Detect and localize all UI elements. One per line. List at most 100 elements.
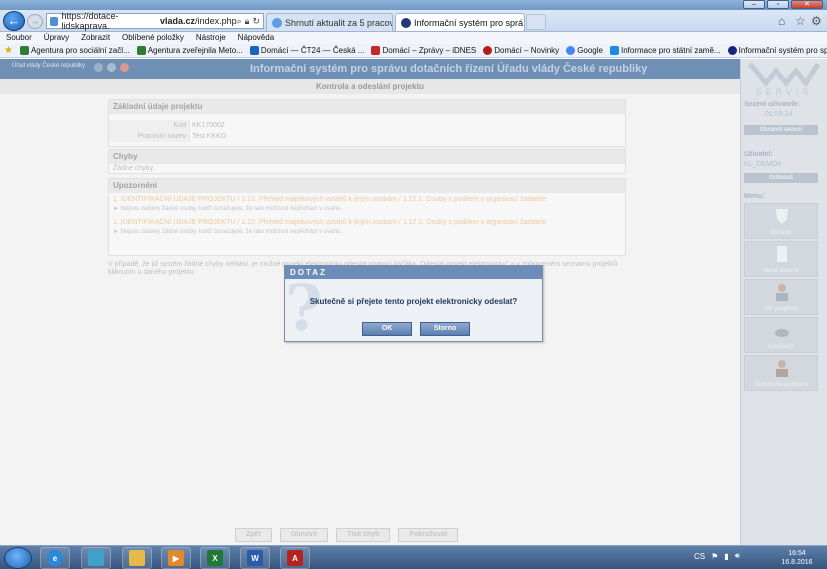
menu-item-label: Dotace	[770, 230, 791, 236]
start-button[interactable]	[4, 547, 32, 569]
back-page-button[interactable]: Zpět	[235, 528, 272, 542]
favorite-link[interactable]: Domácí – Zprávy – iDNES	[371, 46, 476, 55]
close-window-button[interactable]: ✕	[791, 0, 823, 9]
favorite-link[interactable]: Agentura zveřejnila Meto...	[136, 46, 243, 55]
favorite-icon	[609, 46, 619, 55]
menu-item-label: Mé projekty	[764, 306, 798, 312]
refresh-icon[interactable]: ↻	[252, 16, 260, 27]
menu-upravy[interactable]: Úpravy	[44, 32, 69, 44]
menu-item-technicka-podpora[interactable]: Technická podpora	[744, 355, 818, 391]
excel-icon: X	[207, 550, 223, 566]
favorite-link[interactable]: Agentura pro sociální začl...	[19, 46, 130, 55]
session-timer: 01:59:24	[765, 111, 793, 118]
favorite-link[interactable]: Google	[566, 46, 603, 55]
support-person-icon	[776, 360, 788, 377]
flag-icon[interactable]: ⚑	[711, 552, 718, 561]
menu-item-label: Nová žádost	[763, 268, 799, 274]
panel-header: Chyby	[109, 150, 625, 164]
dialog-message: Skutečně si přejete tento projekt elektr…	[309, 297, 518, 306]
menu-item-moje-projekty[interactable]: Mé projekty	[744, 279, 818, 315]
window-controls: – ▫ ✕	[743, 0, 823, 9]
favorite-link[interactable]: Domácí – Novinky	[483, 46, 559, 55]
favorite-link[interactable]: Domácí — ČT24 — Česká ...	[249, 46, 365, 55]
volume-icon[interactable]: 🔊︎	[735, 551, 740, 561]
site-favicon-icon	[50, 16, 59, 26]
organization-name: Úřad vlády České republiky	[12, 63, 86, 69]
taskbar-excel[interactable]: X	[200, 547, 230, 569]
help-icon[interactable]	[94, 63, 103, 72]
menu-napoveda[interactable]: Nápověda	[238, 32, 274, 44]
refresh-page-button[interactable]: Obnovit	[279, 528, 329, 542]
taskbar-explorer[interactable]	[122, 547, 152, 569]
print-errors-button[interactable]: Tisk chyb	[336, 528, 391, 542]
logout-button[interactable]: Odhlásit	[744, 173, 818, 183]
favorite-label: Domácí – Novinky	[494, 46, 560, 55]
menu-item-nova-zadost[interactable]: Nová žádost	[744, 241, 818, 277]
new-tab-button[interactable]	[526, 14, 546, 30]
tab-informacni-system[interactable]: Informační systém pro sprá... ×	[395, 13, 525, 31]
menu-zobrazit[interactable]: Zobrazit	[81, 32, 110, 44]
cancel-button[interactable]: Storno	[420, 322, 470, 336]
forward-button[interactable]: →	[27, 14, 43, 29]
back-button[interactable]: ←	[3, 11, 25, 31]
settings-gear-icon[interactable]: ⚙	[811, 14, 822, 28]
lock-icon[interactable]: 🔒︎	[245, 16, 250, 27]
clock[interactable]: 16:54 16.8.2016	[776, 549, 818, 567]
favorite-label: Agentura pro sociální začl...	[30, 46, 130, 55]
home-icon[interactable]: ⌂	[778, 14, 785, 28]
favorites-star-icon[interactable]: ☆	[795, 14, 806, 28]
dialog-title: DOTAZ	[285, 266, 542, 279]
network-icon[interactable]: ▮	[724, 552, 728, 561]
word-icon: W	[247, 550, 263, 566]
url-prefix: https://dotace-lidskaprava.	[61, 11, 119, 31]
menu-soubor[interactable]: Soubor	[6, 32, 32, 44]
taskbar-word[interactable]: W	[240, 547, 270, 569]
minimize-button[interactable]: –	[743, 0, 765, 9]
favorite-icon	[727, 46, 737, 55]
favorite-link[interactable]: Informační systém pro spr...	[727, 46, 827, 55]
taskbar-app[interactable]	[81, 547, 111, 569]
address-bar[interactable]: https://dotace-lidskaprava. vlada.cz/inde…	[46, 11, 264, 31]
menu-item-kontakty[interactable]: Kontakty	[744, 317, 818, 353]
window-titlebar: – ▫ ✕	[0, 0, 827, 10]
favorite-link[interactable]: Informace pro státní zamě...	[609, 46, 721, 55]
ok-button[interactable]: OK	[362, 322, 412, 336]
favorite-label: Domácí — ČT24 — Česká ...	[260, 46, 365, 55]
taskbar-acrobat[interactable]: A	[280, 547, 310, 569]
menu-oblibene[interactable]: Oblíbené položky	[122, 32, 184, 44]
continue-button[interactable]: Pokračovat	[398, 528, 459, 542]
favorite-icon	[371, 46, 381, 55]
taskbar-media[interactable]: ▶	[161, 547, 191, 569]
info-icon[interactable]	[107, 63, 116, 72]
page-subtitle: Kontrola a odeslání projektu	[0, 79, 740, 94]
errors-panel: Chyby Žádné chyby.	[108, 149, 626, 174]
menu-item-label: Technická podpora	[753, 382, 809, 388]
info-row: Kód KK170002	[109, 120, 625, 131]
renew-session-button[interactable]: Obnovit sezení	[744, 125, 818, 135]
confirm-dialog: DOTAZ ? Skutečně si přejete tento projek…	[284, 265, 543, 342]
favorite-icon	[136, 46, 146, 55]
tab-aktuality[interactable]: Shrnutí aktualit za 5 pracovníc...	[266, 13, 393, 31]
row-value: Test KKKO	[189, 131, 625, 142]
url-domain: vlada.cz	[160, 16, 196, 26]
language-indicator[interactable]: CS	[694, 552, 705, 561]
menu-item-dotace[interactable]: Dotace	[744, 203, 818, 239]
clock-date: 16.8.2016	[781, 559, 813, 566]
exit-icon[interactable]	[120, 63, 129, 72]
system-tray: CS ⚑ ▮ 🔊︎	[694, 551, 740, 561]
shield-icon	[776, 209, 788, 224]
search-icon[interactable]: ⌕	[237, 16, 242, 27]
warning-item: 1. IDENTIFIKAČNÍ ÚDAJE PROJEKTU / 1.12. …	[113, 219, 547, 226]
favorites-star-icon[interactable]: ★	[4, 45, 13, 56]
menu-item-label: Kontakty	[768, 344, 794, 350]
maximize-button[interactable]: ▫	[767, 0, 789, 9]
favorite-icon	[566, 46, 576, 55]
taskbar-ie[interactable]: e	[40, 547, 70, 569]
browser-menu-bar: Soubor Úpravy Zobrazit Oblíbené položky …	[0, 32, 827, 44]
favorite-label: Domácí – Zprávy – iDNES	[382, 46, 477, 55]
menu-nastroje[interactable]: Nástroje	[196, 32, 226, 44]
user-name: KL_DEMO0	[744, 161, 782, 168]
menu-label: Menu:	[744, 193, 765, 200]
panel-header: Základní údaje projektu	[109, 100, 625, 114]
info-row: Pracovní název Test KKKO	[109, 131, 625, 142]
